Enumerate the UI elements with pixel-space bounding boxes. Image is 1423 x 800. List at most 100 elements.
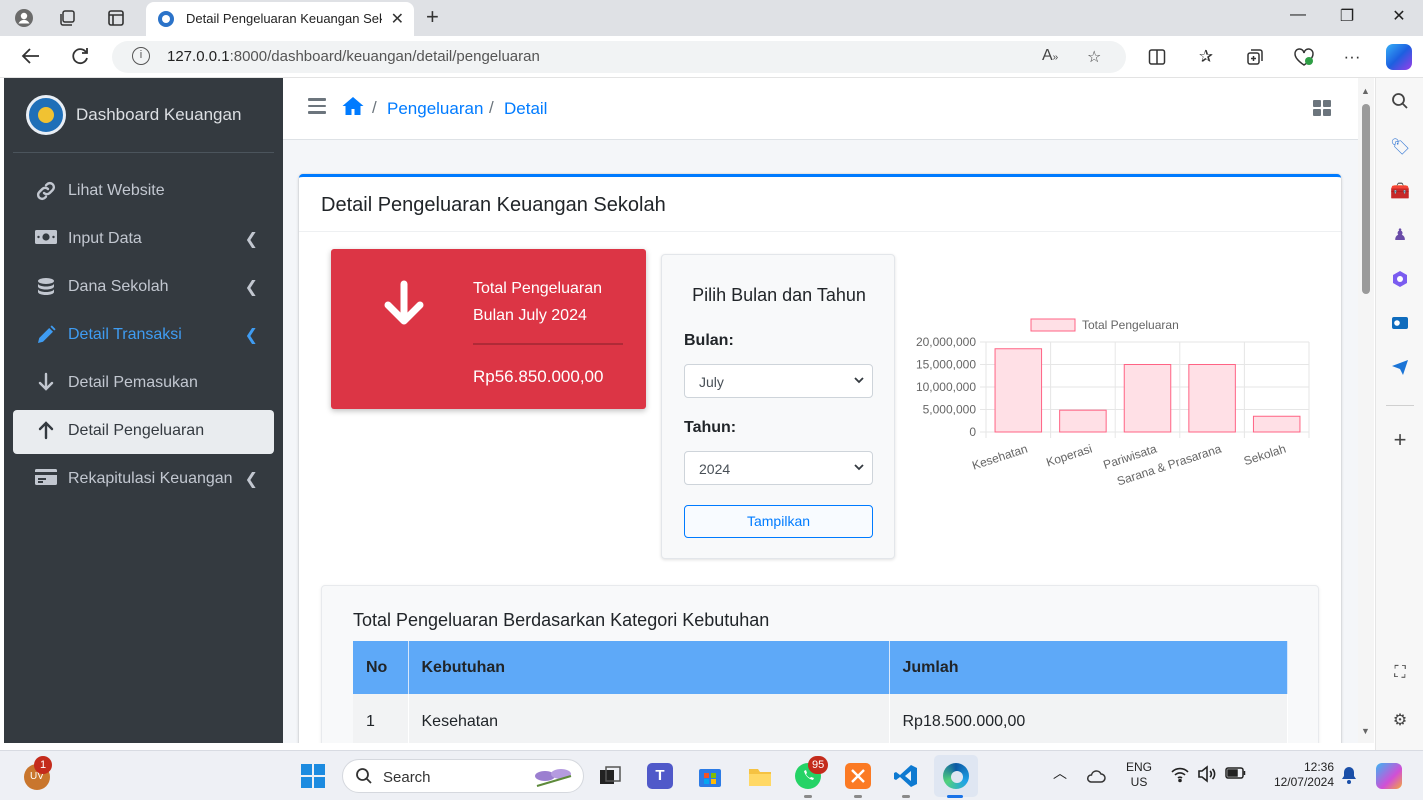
cell-jumlah: Rp18.500.000,00 (889, 694, 1288, 743)
scroll-up-icon[interactable]: ▲ (1361, 86, 1370, 96)
edge-browser-icon[interactable] (943, 763, 969, 789)
id-card-icon (33, 468, 59, 492)
refresh-icon[interactable] (68, 45, 92, 73)
edge-sidebar: 🏷 🧰 ♟ + ⛶ ⚙ (1375, 78, 1423, 750)
search-icon[interactable] (1390, 92, 1410, 112)
new-tab-icon[interactable]: + (426, 4, 439, 30)
bar (1252, 415, 1301, 433)
outlook-icon[interactable] (1390, 314, 1410, 334)
breadcrumb-detail[interactable]: Detail (504, 99, 547, 119)
hamburger-menu-icon[interactable] (308, 98, 326, 114)
expense-chart: Total Pengeluaran 20,000,000 15,000,000 10,… (906, 307, 1326, 517)
split-screen-icon[interactable] (1145, 47, 1169, 72)
x-tick-label: Sekolah (1242, 442, 1288, 469)
copilot-icon[interactable] (1386, 44, 1412, 70)
sidebar-item-label: Lihat Website (68, 182, 165, 199)
bar (1059, 409, 1107, 433)
language-indicator[interactable]: ENG US (1120, 760, 1158, 790)
sidebar-item-label: Detail Transaksi (68, 326, 182, 343)
send-icon[interactable] (1390, 358, 1410, 378)
scroll-down-icon[interactable]: ▼ (1361, 726, 1370, 736)
collections-icon[interactable] (1243, 47, 1267, 72)
close-window-icon[interactable]: ✕ (1384, 6, 1414, 26)
favorites-icon[interactable]: ✰ (1194, 47, 1218, 67)
sidebar-item-detail-pemasukan[interactable]: Detail Pemasukan (13, 362, 274, 406)
read-aloud-icon[interactable]: A» (1042, 47, 1058, 65)
tab-actions-icon[interactable] (106, 8, 126, 28)
year-select[interactable]: 2024 (684, 451, 873, 485)
breadcrumb-pengeluaran[interactable]: Pengeluaran (387, 99, 483, 119)
sidebar-item-rekapitulasi-keuangan[interactable]: Rekapitulasi Keuangan ❮ (13, 458, 274, 502)
sidebar-item-detail-transaksi[interactable]: Detail Transaksi ❮ (13, 314, 274, 358)
total-expense-value: Rp56.850.000,00 (473, 367, 604, 386)
chevron-left-icon: ❮ (244, 231, 258, 248)
url-field[interactable]: i 127.0.0.1:8000/dashboard/keuangan/deta… (112, 41, 1126, 73)
sidebar-item-input-data[interactable]: Input Data ❮ (13, 218, 274, 262)
minimize-icon[interactable]: — (1283, 6, 1313, 24)
browser-essentials-icon[interactable] (1292, 47, 1316, 72)
divider (13, 152, 274, 153)
shopping-tag-icon[interactable]: 🏷 (1390, 138, 1410, 158)
coins-icon (33, 276, 59, 304)
back-icon[interactable] (19, 45, 43, 73)
page-scrollbar[interactable]: ▲ ▼ (1358, 78, 1374, 743)
close-tab-icon[interactable]: ✕ (391, 9, 404, 29)
xampp-icon[interactable] (845, 763, 871, 789)
cloud-icon[interactable] (1085, 765, 1107, 787)
profile-icon[interactable] (14, 8, 34, 28)
picker-title: Pilih Bulan dan Tahun (692, 285, 866, 305)
taskbar-search[interactable]: Search (342, 759, 584, 793)
site-info-icon[interactable]: i (132, 47, 150, 65)
search-placeholder: Search (383, 769, 431, 786)
windows-start-icon[interactable] (300, 763, 326, 789)
sidebar-item-dana-sekolah[interactable]: Dana Sekolah ❮ (13, 266, 274, 310)
table-title: Total Pengeluaran Berdasarkan Kategori K… (353, 610, 770, 630)
address-toolbar: i 127.0.0.1:8000/dashboard/keuangan/deta… (0, 36, 1423, 78)
vscode-icon[interactable] (893, 763, 919, 789)
task-view-icon[interactable] (597, 763, 623, 789)
screenshot-icon[interactable]: ⛶ (1390, 663, 1410, 683)
chevron-up-icon[interactable]: ︿ (1053, 766, 1067, 781)
scroll-thumb[interactable] (1362, 104, 1370, 294)
column-header-no: No (353, 641, 409, 694)
copilot-pre-icon[interactable] (1376, 763, 1402, 789)
battery-icon[interactable] (1225, 766, 1247, 784)
workspaces-icon[interactable] (58, 8, 78, 28)
microsoft-store-icon[interactable] (697, 763, 723, 789)
games-icon[interactable]: ♟ (1390, 226, 1410, 246)
grid-icon[interactable] (1313, 100, 1331, 116)
add-icon[interactable]: + (1390, 429, 1410, 451)
card-header: Detail Pengeluaran Keuangan Sekolah (299, 177, 1341, 232)
file-explorer-icon[interactable] (747, 763, 773, 789)
y-tick-label: 20,000,000 (916, 335, 976, 349)
breadcrumb-separator: / (372, 98, 377, 117)
microsoft-365-icon[interactable] (1390, 270, 1410, 290)
month-select[interactable]: July (684, 364, 873, 398)
chevron-left-icon: ❮ (244, 327, 258, 344)
sidebar-item-detail-pengeluaran[interactable]: Detail Pengeluaran (13, 410, 274, 454)
pencil-icon (33, 324, 59, 352)
home-icon[interactable] (341, 95, 365, 119)
teams-icon[interactable]: T (647, 763, 673, 789)
total-expense-box: Total Pengeluaran Bulan July 2024 Rp56.8… (331, 249, 646, 409)
bell-icon[interactable] (1340, 765, 1358, 789)
restore-icon[interactable]: ❐ (1332, 6, 1362, 26)
whatsapp-badge: 95 (808, 756, 829, 774)
more-options-icon[interactable]: ··· (1340, 47, 1364, 67)
brand[interactable]: Dashboard Keuangan (4, 78, 283, 152)
x-tick-label: Koperasi (1044, 442, 1093, 470)
y-tick-label: 10,000,000 (916, 380, 976, 394)
favorite-star-icon[interactable]: ☆ (1087, 47, 1101, 67)
month-year-picker: Pilih Bulan dan Tahun Bulan: July Tahun:… (661, 254, 895, 559)
tab-active[interactable]: Detail Pengeluaran Keuangan Sekolah ✕ (146, 2, 414, 36)
notification-badge: 1 (34, 756, 52, 774)
tools-icon[interactable]: 🧰 (1390, 182, 1410, 202)
sidebar-item-lihat-website[interactable]: Lihat Website (13, 170, 274, 214)
volume-icon[interactable] (1197, 765, 1217, 787)
cell-no: 1 (353, 694, 409, 743)
tampilkan-button[interactable]: Tampilkan (684, 505, 873, 538)
tab-title: Detail Pengeluaran Keuangan Sekolah (186, 11, 382, 26)
clock[interactable]: 12:36 12/07/2024 (1254, 760, 1334, 790)
settings-icon[interactable]: ⚙ (1390, 711, 1410, 731)
wifi-icon[interactable] (1170, 765, 1190, 786)
